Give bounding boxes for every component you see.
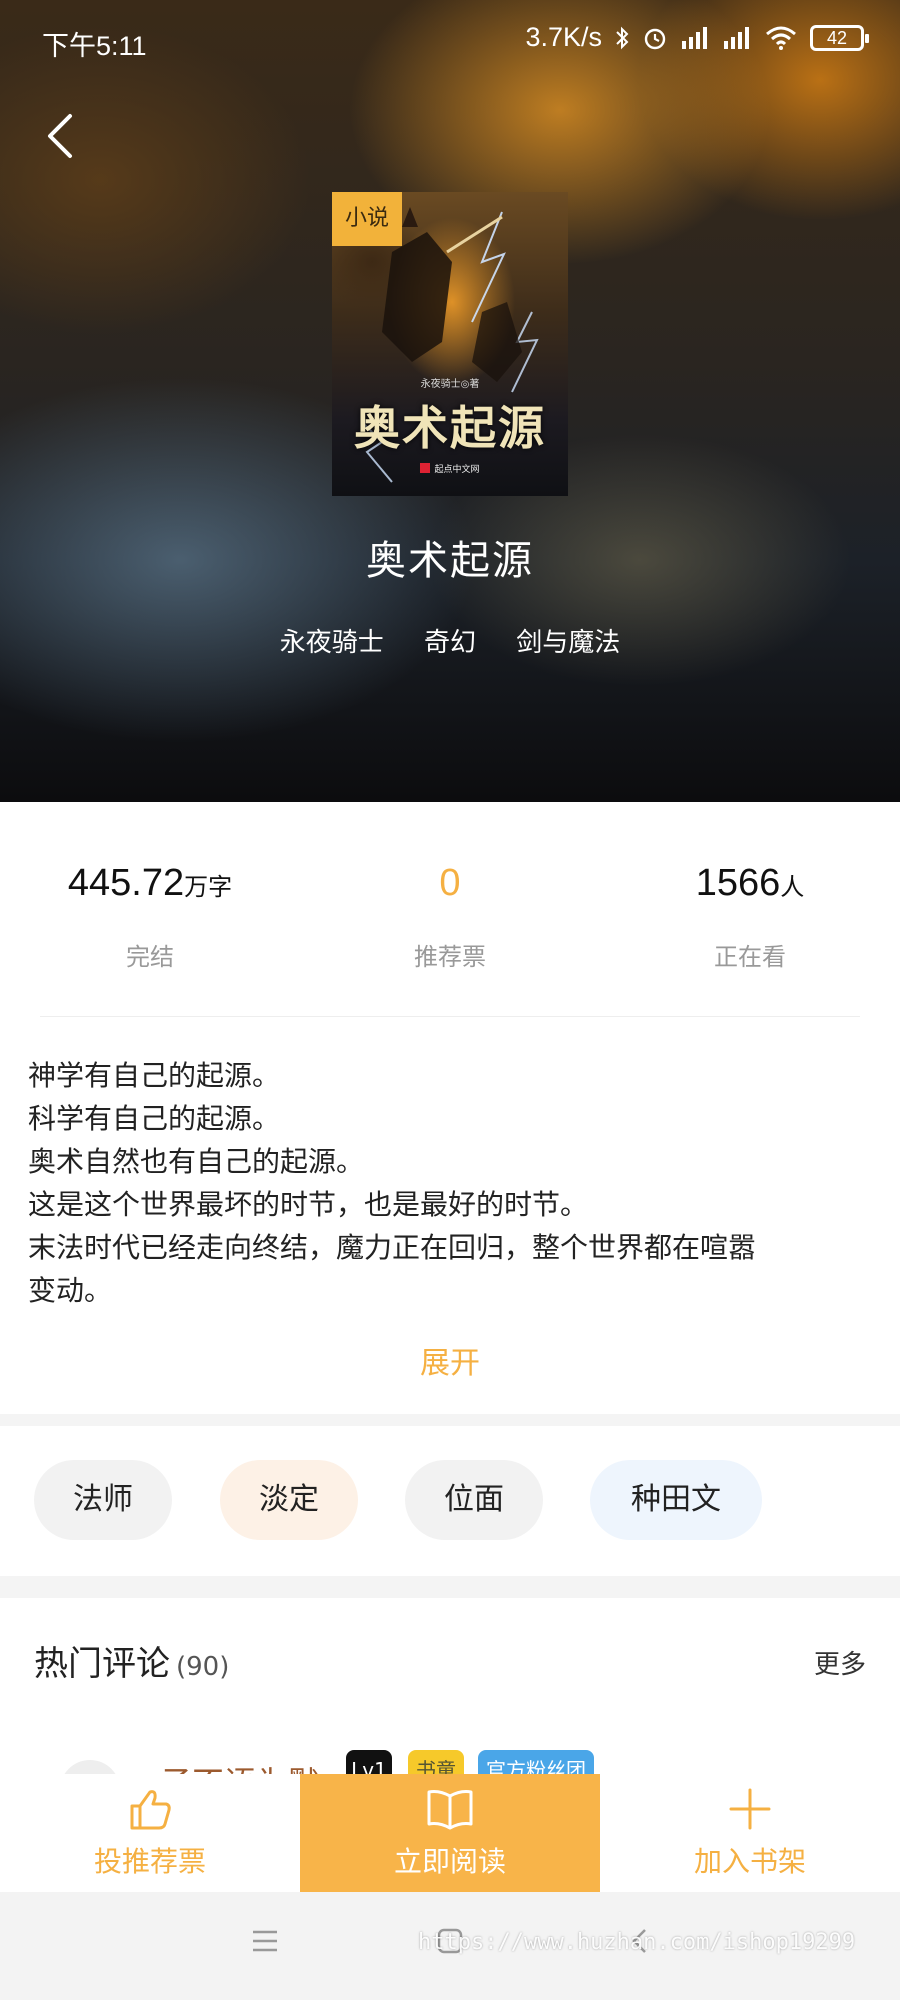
comments-heading: 热门评论 (90) bbox=[34, 1636, 229, 1685]
stat-unit: 万字 bbox=[184, 873, 233, 901]
description-line: 奥术自然也有自己的起源。 bbox=[28, 1145, 365, 1178]
thumbs-up-icon bbox=[130, 1790, 171, 1830]
description-line: 神学有自己的起源。 bbox=[28, 1059, 281, 1092]
vote-recommend-label: 投推荐票 bbox=[93, 1845, 206, 1878]
description-line: 这是这个世界最坏的时节，也是最好的时节。 bbox=[28, 1188, 589, 1221]
cover-category-tag: 小说 bbox=[332, 192, 402, 246]
read-now-button[interactable]: 立即阅读 bbox=[300, 1774, 600, 1892]
tag-chip[interactable]: 位面 bbox=[405, 1460, 543, 1540]
menu-icon[interactable] bbox=[250, 1926, 280, 1956]
book-hero-header: 下午5:11 3.7K/s 42 小说 永夜骑士◎著 奥术起源 起点中文网 奥术… bbox=[0, 0, 900, 802]
description-line: 科学有自己的起源。 bbox=[28, 1102, 281, 1135]
stat-label: 推荐票 bbox=[414, 943, 486, 971]
status-icons: 3.7K/s 42 bbox=[525, 22, 869, 53]
book-tags: 法师 淡定 位面 种田文 bbox=[0, 1426, 900, 1576]
plus-icon bbox=[729, 1788, 771, 1830]
tag-chip[interactable]: 淡定 bbox=[220, 1460, 358, 1540]
back-arrow-icon[interactable] bbox=[40, 110, 84, 162]
expand-description-button[interactable]: 展开 bbox=[0, 1338, 900, 1382]
tag-chip[interactable]: 法师 bbox=[34, 1460, 172, 1540]
book-open-icon bbox=[427, 1790, 473, 1830]
stat-unit: 人 bbox=[780, 873, 805, 901]
read-now-label: 立即阅读 bbox=[393, 1845, 506, 1878]
comments-title: 热门评论 bbox=[34, 1644, 170, 1684]
book-genre[interactable]: 奇幻 bbox=[424, 628, 476, 658]
bluetooth-icon bbox=[616, 26, 629, 49]
tag-chip[interactable]: 种田文 bbox=[590, 1460, 762, 1540]
cover-publisher: 起点中文网 bbox=[332, 462, 568, 475]
stat-value: 445.72 bbox=[67, 862, 185, 904]
cover-author-line: 永夜骑士◎著 bbox=[420, 379, 480, 390]
signal-icon bbox=[724, 26, 749, 49]
stat-readers: 1566人 正在看 bbox=[600, 862, 900, 972]
watermark: https://www.huzhan.com/ishop19299 bbox=[418, 1930, 856, 1955]
stat-recommend-votes: 0 推荐票 bbox=[300, 862, 600, 972]
stat-value: 1566 bbox=[695, 862, 781, 904]
stat-word-count: 445.72万字 完结 bbox=[0, 862, 300, 972]
book-description: 神学有自己的起源。 科学有自己的起源。 奥术自然也有自己的起源。 这是这个世界最… bbox=[28, 1054, 872, 1312]
description-line: 末法时代已经走向终结，魔力正在回归，整个世界都在喧嚣 bbox=[28, 1231, 757, 1264]
divider bbox=[40, 1016, 860, 1017]
battery-indicator: 42 bbox=[810, 24, 869, 51]
add-to-shelf-button[interactable]: 加入书架 bbox=[600, 1774, 900, 1892]
alarm-icon bbox=[644, 28, 666, 49]
book-stats-section: 445.72万字 完结 0 推荐票 1566人 正在看 神学有自己的起源。 科学… bbox=[0, 802, 900, 1414]
book-meta: 永夜骑士 奇幻 剑与魔法 bbox=[0, 622, 900, 659]
stat-value: 0 bbox=[439, 862, 461, 904]
stat-label: 正在看 bbox=[714, 943, 786, 971]
comments-count: (90) bbox=[176, 1652, 230, 1682]
bottom-action-bar: 投推荐票 立即阅读 加入书架 bbox=[0, 1774, 900, 1892]
book-title: 奥术起源 bbox=[366, 538, 534, 584]
cover-title: 奥术起源 bbox=[354, 401, 546, 455]
book-author-link[interactable]: 永夜骑士 bbox=[280, 628, 384, 658]
net-speed: 3.7K/s bbox=[525, 22, 602, 52]
comments-more-link[interactable]: 更多 bbox=[814, 1644, 866, 1681]
book-cover[interactable]: 小说 永夜骑士◎著 奥术起源 起点中文网 bbox=[332, 192, 568, 496]
add-to-shelf-label: 加入书架 bbox=[693, 1845, 806, 1878]
stat-label: 完结 bbox=[126, 943, 174, 971]
wifi-icon bbox=[766, 26, 796, 50]
book-subgenre[interactable]: 剑与魔法 bbox=[516, 628, 620, 658]
description-line: 变动。 bbox=[28, 1274, 113, 1307]
status-bar: 下午5:11 3.7K/s 42 bbox=[0, 0, 900, 80]
status-time: 下午5:11 bbox=[42, 31, 147, 61]
vote-recommend-button[interactable]: 投推荐票 bbox=[0, 1774, 300, 1892]
signal-icon bbox=[682, 26, 707, 49]
